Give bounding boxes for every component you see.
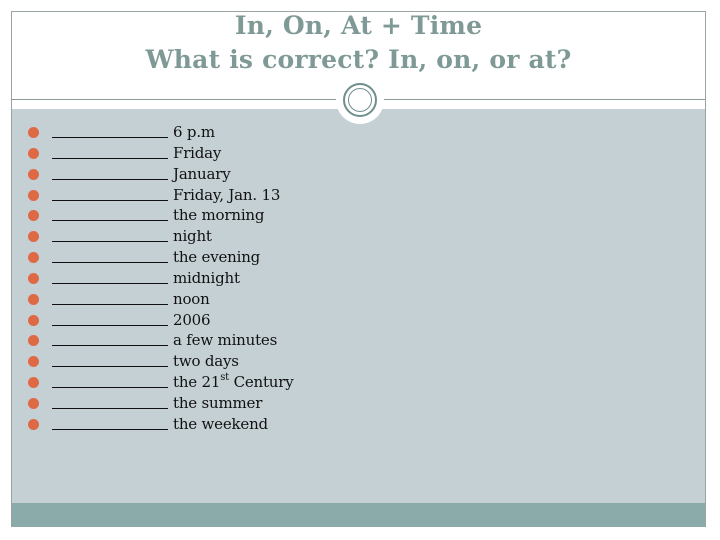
answer-blank <box>52 282 168 284</box>
footer-band <box>12 503 705 527</box>
answer-blank <box>52 345 168 347</box>
title-line-1: In, On, At + Time <box>234 11 483 40</box>
answer-blank <box>52 324 168 326</box>
answer-blank <box>52 428 168 430</box>
bullet-icon <box>28 293 39 305</box>
bullet-icon <box>28 252 39 264</box>
answer-blank <box>52 199 168 201</box>
item-text-century: the 21st Century <box>173 372 294 392</box>
answer-blank <box>52 303 168 305</box>
bullet-icon <box>28 189 39 201</box>
bullet-icon <box>28 127 39 138</box>
answer-blank <box>52 137 168 138</box>
bullet-icon <box>28 168 39 180</box>
bullet-icon <box>28 397 39 409</box>
title-line-2: What is correct? In, on, or at? <box>145 45 572 74</box>
bullet-icon <box>28 356 39 368</box>
item-text: the summer <box>173 393 263 412</box>
item-text: 6 p.m <box>173 123 215 141</box>
slide: In, On, At + Time What is correct? In, o… <box>11 11 706 527</box>
answer-blank <box>52 178 168 180</box>
bullet-icon <box>28 418 39 430</box>
answer-blank <box>52 366 168 368</box>
item-text: noon <box>173 289 210 308</box>
item-text-main: the 21 <box>173 373 221 392</box>
double-ring-circle-icon <box>336 76 384 124</box>
item-text-after: Century <box>229 373 294 392</box>
answer-blank <box>52 262 168 264</box>
item-text: Friday <box>173 143 222 162</box>
bullet-icon <box>28 272 39 284</box>
bullet-icon <box>28 377 39 389</box>
item-text: night <box>173 227 212 246</box>
item-text: two days <box>173 352 239 371</box>
answer-blank <box>52 220 168 222</box>
answer-blank <box>52 387 168 389</box>
item-text: Friday, Jan. 13 <box>173 185 281 204</box>
item-text: the morning <box>173 206 265 225</box>
ornament-outer-ring <box>343 83 377 117</box>
bullet-icon <box>28 210 39 222</box>
bullet-icon <box>28 231 39 243</box>
item-text: January <box>173 164 231 183</box>
answer-blank <box>52 407 168 409</box>
answer-blank <box>52 241 168 243</box>
item-text: midnight <box>173 268 240 287</box>
ordinal-suffix: st <box>220 372 229 384</box>
item-text: 2006 <box>173 310 211 329</box>
content-area: 6 p.m Friday January Friday, Jan. 13 the <box>12 109 705 503</box>
item-text: a few minutes <box>173 331 278 350</box>
answer-blank <box>52 157 168 159</box>
item-text: the evening <box>173 248 261 267</box>
bullet-icon <box>28 314 39 326</box>
bullet-icon <box>28 335 39 347</box>
item-text: the weekend <box>173 414 268 433</box>
ornament-inner-ring <box>348 88 372 112</box>
bullet-icon <box>28 147 39 159</box>
